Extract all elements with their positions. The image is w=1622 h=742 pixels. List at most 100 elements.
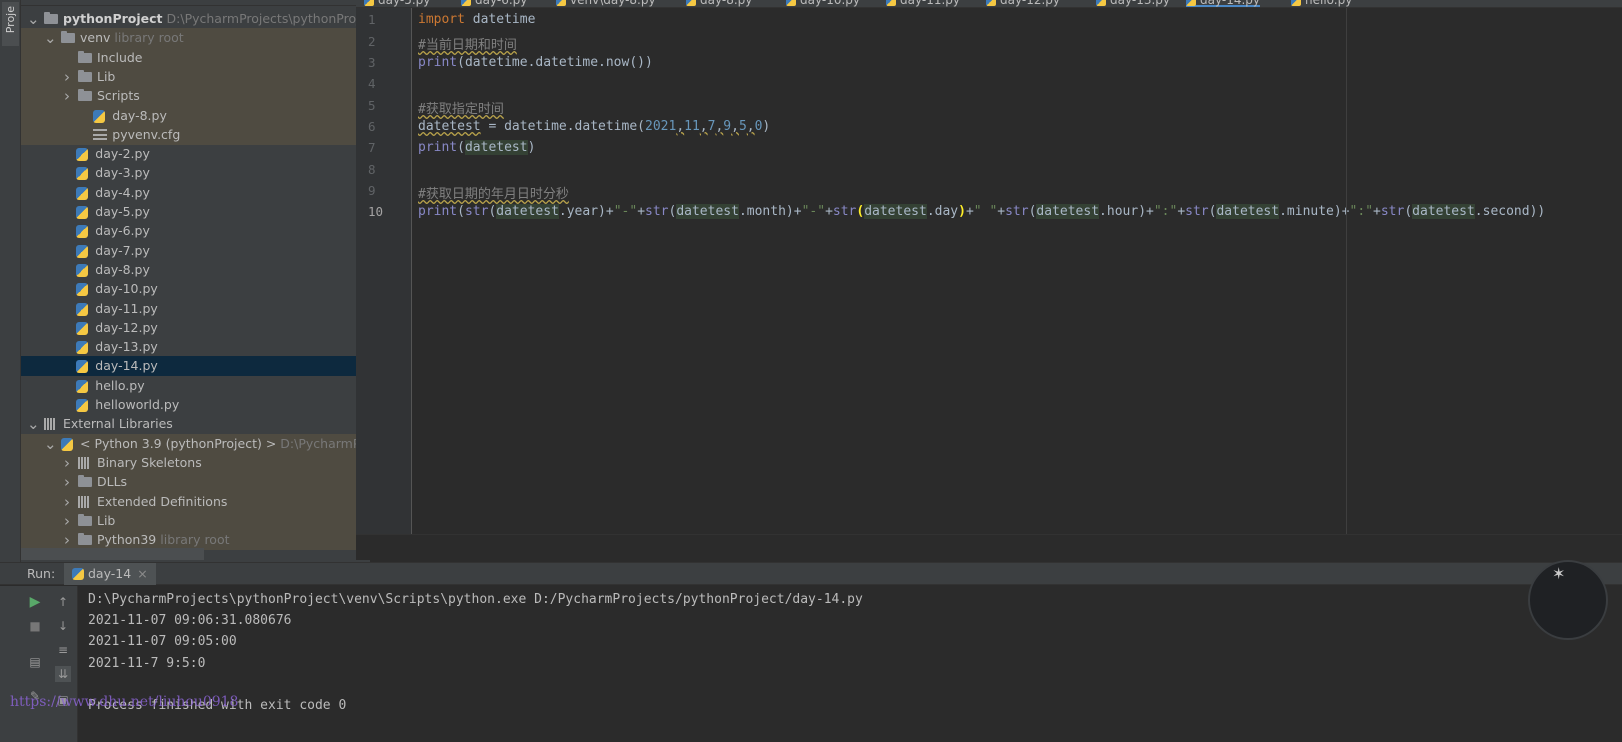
arrow-down-icon[interactable]: ↓ [55, 618, 71, 634]
python-file-icon [76, 341, 89, 355]
chevron-down-icon[interactable]: ⌄ [27, 414, 40, 434]
python-file-icon [461, 0, 471, 6]
run-label: Run: [27, 566, 56, 581]
tree-file-item[interactable]: day-11.py [21, 299, 370, 319]
project-panel-header [21, 0, 370, 6]
tree-file-item[interactable]: hello.py [21, 376, 370, 396]
python-file-icon [76, 263, 89, 277]
tree-file-item[interactable]: day-13.py [21, 337, 370, 357]
tree-file-item[interactable]: day-14.py [21, 356, 370, 377]
builtin-str: str [1185, 204, 1209, 219]
comma: , [676, 119, 685, 134]
comma: , [731, 119, 739, 134]
code-fragment: = datetime.datetime( [480, 119, 645, 134]
tree-item-name: hello.py [95, 377, 145, 393]
editor-tab[interactable]: day-6.py [461, 0, 528, 7]
tree-item-label: day-8.py [112, 106, 167, 126]
editor-tab[interactable]: day-14.py [1186, 0, 1260, 7]
editor-tab[interactable]: day-12.py [986, 0, 1060, 7]
tree-venv-item[interactable]: › Scripts [21, 86, 370, 107]
tree-sdk-item[interactable]: › Binary Skeletons [21, 452, 370, 473]
paren: ) [958, 204, 966, 219]
tree-external-libraries[interactable]: ⌄ External Libraries [21, 414, 370, 434]
python-file-icon [1096, 0, 1106, 6]
python-file-icon [76, 206, 89, 219]
tree-file-item[interactable]: day-8.py [21, 260, 370, 280]
run-tab-day-14[interactable]: day-14 × [64, 563, 156, 585]
tree-venv-item[interactable]: Include [21, 47, 370, 68]
number-literal: 9 [723, 119, 732, 134]
line-number: 8 [368, 162, 376, 177]
rerun-icon[interactable]: ▶ [27, 594, 43, 610]
editor-tab-label: day-14.py [1200, 0, 1260, 7]
project-hscrollbar[interactable] [21, 548, 204, 560]
folder-icon [78, 475, 92, 488]
tree-item-label: day-4.py [95, 183, 150, 203]
chevron-down-icon[interactable]: ⌄ [27, 9, 40, 29]
editor-tab[interactable]: day-5.py [364, 0, 430, 7]
code-line-6: datetest = datetime.datetime(2021,11,7,9… [418, 119, 770, 134]
tree-file-item[interactable]: day-3.py [21, 163, 370, 183]
tree-file-item[interactable]: day-7.py [21, 241, 370, 261]
soft-wrap-icon[interactable]: ≡ [55, 642, 71, 658]
stop-icon[interactable]: ■ [27, 618, 43, 634]
python-file-icon [76, 244, 89, 258]
paren: ) [762, 119, 771, 134]
variable-datetest: datetest [464, 140, 528, 155]
close-icon[interactable]: × [137, 566, 147, 581]
run-header: Run: day-14 × [0, 563, 1622, 585]
builtin-print: print [418, 55, 458, 70]
editor-tab[interactable]: day-10.py [786, 0, 860, 7]
attribute-access: .year [558, 204, 599, 219]
tree-item-name: day-14.py [95, 358, 158, 374]
tree-item-label: Extended Definitions [97, 492, 227, 512]
tree-file-item[interactable]: day-2.py [21, 144, 370, 164]
editor-tab[interactable]: day-8.py [686, 0, 752, 7]
chevron-down-icon[interactable]: ⌄ [44, 28, 57, 48]
editor-tab-label: day-11.py [900, 0, 960, 7]
editor-tab[interactable]: venv\day-8.py [556, 0, 656, 7]
tree-file-item[interactable]: day-4.py [21, 183, 370, 203]
tree-folder-venv[interactable]: ⌄ venv library root [21, 28, 370, 49]
tree-python-sdk[interactable]: ⌄ < Python 3.9 (pythonProject) > D:\Pychar… [21, 433, 370, 454]
chevron-right-icon[interactable]: › [61, 67, 73, 87]
tree-item-label: pythonProject D:\PycharmProjects\pythonPr… [63, 9, 370, 29]
tree-file-item[interactable]: day-5.py [21, 202, 370, 222]
folder-icon [78, 513, 92, 526]
tree-venv-item[interactable]: day-8.py [21, 105, 370, 126]
editor-tab-label: day-6.py [475, 0, 528, 7]
comma: , [746, 119, 755, 134]
tree-file-item[interactable]: day-10.py [21, 279, 370, 299]
code-editor[interactable]: import datetime #当前日期和时间 print(datetime.… [412, 8, 1622, 534]
tree-file-item[interactable]: day-6.py [21, 221, 370, 241]
chevron-right-icon[interactable]: › [61, 86, 73, 106]
folder-icon [44, 12, 58, 24]
console-line: D:\PycharmProjects\pythonProject\venv\Sc… [88, 592, 863, 607]
attribute-access: .second [1474, 204, 1530, 219]
tree-sdk-item[interactable]: › Extended Definitions [21, 491, 370, 512]
arrow-up-icon[interactable]: ↑ [55, 594, 71, 610]
tree-root-pythonproject[interactable]: ⌄ pythonProject D:\PycharmProjects\pythonP… [21, 9, 370, 29]
tree-sdk-item[interactable]: › DLLs [21, 472, 370, 493]
code-line-2: #当前日期和时间 [418, 34, 517, 53]
chevron-down-icon[interactable]: ⌄ [44, 434, 57, 454]
chevron-right-icon[interactable]: › [61, 472, 73, 492]
scroll-to-end-icon[interactable]: ⇊ [55, 666, 71, 682]
layout-icon[interactable]: ▤ [27, 654, 43, 670]
chevron-right-icon[interactable]: › [61, 511, 73, 531]
variable-datetest: datetest [1216, 204, 1280, 219]
tree-item-label: Include [97, 48, 143, 68]
chevron-right-icon[interactable]: › [61, 453, 73, 473]
python-file-icon [986, 0, 996, 6]
tree-file-item[interactable]: helloworld.py [21, 395, 370, 415]
editor-tab[interactable]: day-11.py [886, 0, 960, 7]
tree-file-item[interactable]: day-12.py [21, 318, 370, 338]
comment-date-parts: #获取日期的年月日时分秒 [418, 187, 569, 202]
editor-tab[interactable]: day-13.py [1096, 0, 1170, 7]
chevron-right-icon[interactable]: › [61, 492, 73, 512]
tree-venv-item[interactable]: pyvenv.cfg [21, 124, 370, 145]
editor-tab[interactable]: hello.py [1291, 0, 1352, 7]
tree-venv-item[interactable]: › Lib [21, 66, 370, 87]
tree-sdk-item[interactable]: › Lib [21, 510, 370, 531]
project-tool-tab[interactable]: Proje [2, 2, 19, 46]
